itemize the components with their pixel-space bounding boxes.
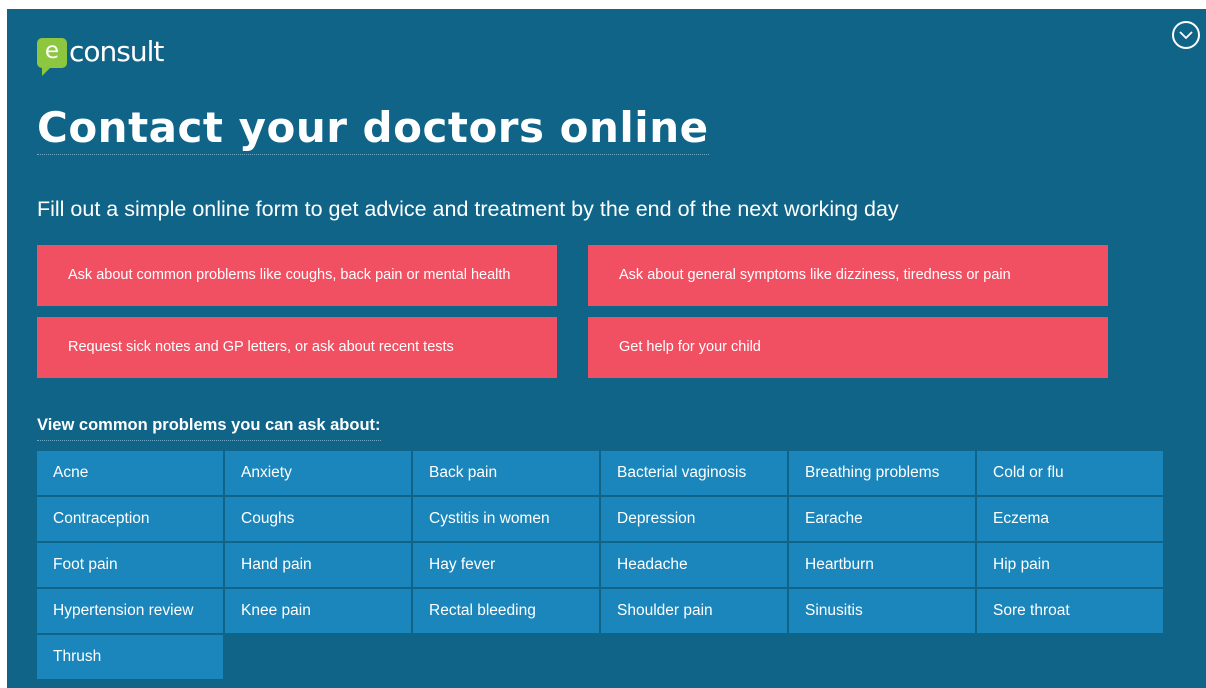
problem-tile[interactable]: Hay fever [413,543,599,587]
problem-tile[interactable]: Thrush [37,635,223,679]
sick-notes-button[interactable]: Request sick notes and GP letters, or as… [37,317,557,378]
problem-tile[interactable]: Hip pain [977,543,1163,587]
logo-speech-bubble: e [37,38,67,76]
problem-tile[interactable]: Breathing problems [789,451,975,495]
problem-tile[interactable]: Earache [789,497,975,541]
common-problems-heading: View common problems you can ask about: [37,414,381,441]
problem-tile[interactable]: Contraception [37,497,223,541]
problem-tile[interactable]: Hypertension review [37,589,223,633]
problem-tile[interactable]: Back pain [413,451,599,495]
problem-tile[interactable]: Hand pain [225,543,411,587]
common-problems-button[interactable]: Ask about common problems like coughs, b… [37,245,557,306]
problem-tile[interactable]: Depression [601,497,787,541]
problem-tile[interactable]: Rectal bleeding [413,589,599,633]
problem-tile[interactable]: Sore throat [977,589,1163,633]
problem-tile[interactable]: Eczema [977,497,1163,541]
problem-tile[interactable]: Anxiety [225,451,411,495]
problem-tile[interactable]: Headache [601,543,787,587]
econsult-panel: e consult Contact your doctors online Fi… [7,9,1206,688]
problem-tile[interactable]: Heartburn [789,543,975,587]
general-symptoms-button[interactable]: Ask about general symptoms like dizzines… [588,245,1108,306]
child-help-button[interactable]: Get help for your child [588,317,1108,378]
chevron-down-icon [1179,31,1193,40]
problem-grid: Acne Anxiety Back pain Bacterial vaginosis B… [37,451,1165,679]
logo-wordmark: consult [69,35,164,68]
problem-tile[interactable]: Bacterial vaginosis [601,451,787,495]
problem-tile[interactable]: Foot pain [37,543,223,587]
problem-tile[interactable]: Cystitis in women [413,497,599,541]
problem-tile[interactable]: Coughs [225,497,411,541]
page-subtitle: Fill out a simple online form to get adv… [37,197,899,221]
page-title: Contact your doctors online [37,102,709,155]
problem-tile[interactable]: Knee pain [225,589,411,633]
collapse-button[interactable] [1172,21,1200,49]
problem-tile[interactable]: Acne [37,451,223,495]
problem-tile[interactable]: Cold or flu [977,451,1163,495]
problem-tile[interactable]: Shoulder pain [601,589,787,633]
econsult-logo[interactable]: e consult [37,35,164,76]
problem-tile[interactable]: Sinusitis [789,589,975,633]
